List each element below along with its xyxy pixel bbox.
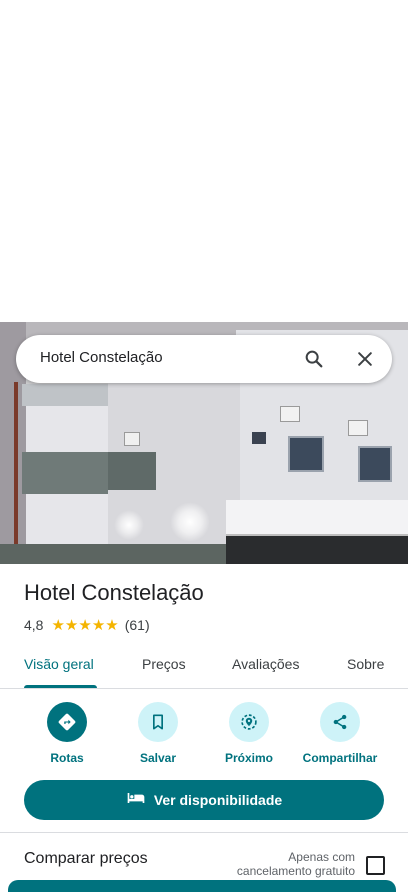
tab-bar: Visão geral Preços Avaliações Sobre	[0, 648, 408, 689]
bottom-action-bar[interactable]	[8, 880, 396, 892]
rating-value: 4,8	[24, 617, 44, 633]
review-count[interactable]: (61)	[125, 617, 150, 633]
place-title: Hotel Constelação	[24, 580, 204, 605]
star-icon: ★	[78, 616, 92, 634]
star-icon: ★	[91, 616, 106, 634]
directions-icon	[47, 702, 87, 742]
tab-reviews[interactable]: Avaliações	[232, 656, 299, 672]
compare-prices-title: Comparar preços	[24, 850, 148, 867]
tab-prices[interactable]: Preços	[142, 656, 186, 672]
nearby-icon	[229, 702, 269, 742]
free-cancellation-label: Apenas com cancelamento gratuito	[236, 850, 355, 878]
search-icon[interactable]	[302, 347, 326, 371]
star-icon: ★	[105, 616, 119, 634]
active-tab-indicator	[24, 685, 97, 688]
search-bar[interactable]: Hotel Constelação	[16, 335, 392, 383]
bed-icon	[126, 788, 146, 813]
star-icon: ★	[64, 616, 79, 634]
share-button[interactable]: Compartilhar	[300, 702, 380, 765]
close-icon[interactable]	[353, 347, 377, 371]
rating-row[interactable]: 4,8 ★ ★ ★ ★ ★ (61)	[24, 616, 150, 634]
check-availability-label: Ver disponibilidade	[153, 792, 283, 808]
free-cancellation-checkbox[interactable]	[366, 856, 385, 875]
directions-button[interactable]: Rotas	[27, 702, 107, 765]
tab-overview[interactable]: Visão geral	[24, 656, 94, 672]
bookmark-icon	[138, 702, 178, 742]
check-availability-button[interactable]: Ver disponibilidade	[24, 780, 384, 820]
star-rating: ★ ★ ★ ★ ★	[51, 618, 118, 633]
section-divider	[0, 832, 408, 833]
tab-about[interactable]: Sobre	[347, 656, 384, 672]
nearby-button[interactable]: Próximo	[209, 702, 289, 765]
share-icon	[320, 702, 360, 742]
blank-map-area	[0, 0, 408, 322]
star-icon: ★	[51, 616, 65, 634]
search-query[interactable]: Hotel Constelação	[40, 349, 163, 366]
save-button[interactable]: Salvar	[118, 702, 198, 765]
